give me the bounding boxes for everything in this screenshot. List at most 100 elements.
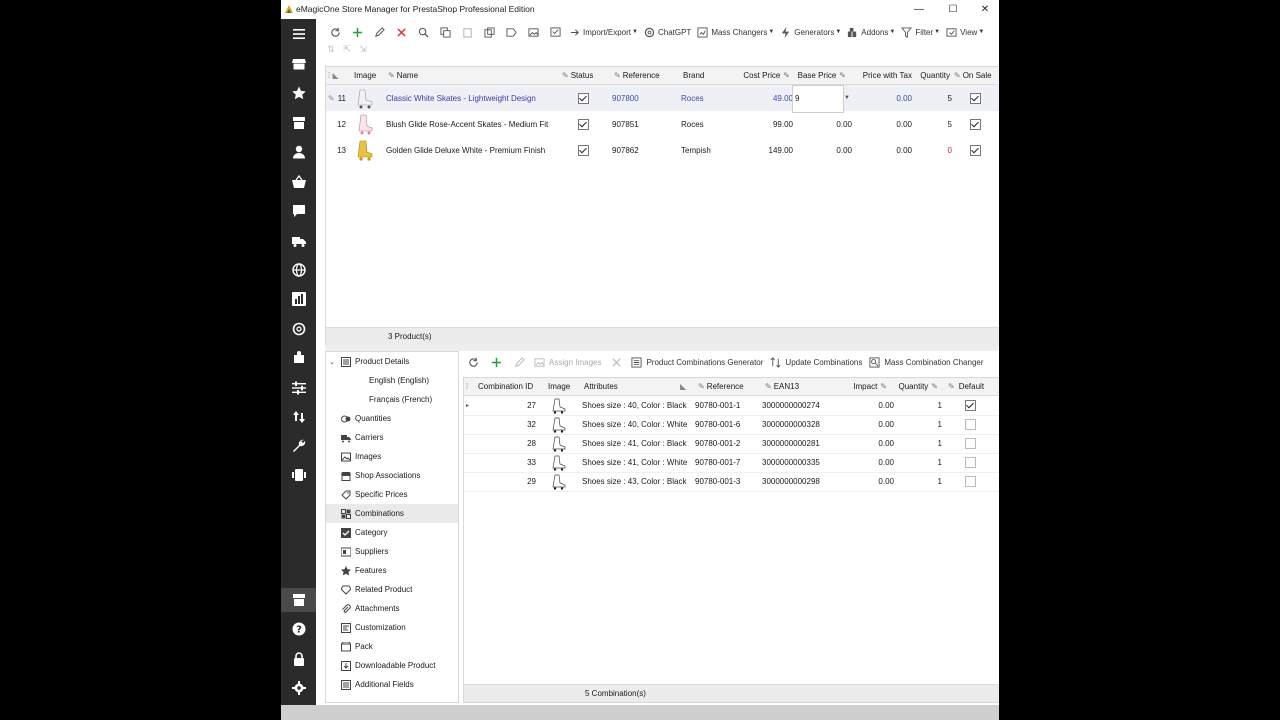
col-ean13[interactable]: ✎ EAN13 <box>765 378 815 395</box>
filter-menu[interactable]: Filter ▼ <box>899 24 942 40</box>
col-combination-id[interactable]: Combination ID <box>478 378 538 395</box>
message-icon[interactable] <box>281 199 316 223</box>
images-button[interactable] <box>523 24 543 40</box>
table-row[interactable]: ✎ 11 Classic White Skates - Lightweight … <box>326 85 999 113</box>
tree-item-category[interactable]: Category <box>326 523 458 542</box>
tree-item-downloadable-product[interactable]: Downloadable Product <box>326 656 458 675</box>
tree-item-images[interactable]: Images <box>326 447 458 466</box>
tree-item-french[interactable]: Français (French) <box>326 390 458 409</box>
col-base-price[interactable]: Base Price ✎ <box>796 67 848 84</box>
store-icon[interactable] <box>281 52 316 76</box>
sort-icon[interactable]: ⇅ <box>325 44 337 56</box>
update-combinations-button[interactable]: Update Combinations <box>768 354 864 370</box>
col-reference[interactable]: ✎ Reference <box>614 67 674 84</box>
default-checkbox[interactable] <box>964 472 976 491</box>
table-row[interactable]: 32 Shoes size : 40, Color : White 90780-… <box>464 415 999 435</box>
col-combo-image[interactable]: Image <box>548 378 574 395</box>
tree-item-carriers[interactable]: Carriers <box>326 428 458 447</box>
tree-item-attachments[interactable]: Attachments <box>326 599 458 618</box>
lock-icon[interactable] <box>281 647 316 671</box>
mass-changers-menu[interactable]: Mass Changers ▼ <box>695 24 776 40</box>
product-name[interactable]: Golden Glide Deluxe White - Premium Fini… <box>386 137 561 163</box>
table-row[interactable]: 13 Golden Glide Deluxe White - Premium F… <box>326 137 999 163</box>
default-checkbox[interactable] <box>964 415 976 434</box>
products-active-icon[interactable] <box>281 588 316 612</box>
reports-icon[interactable] <box>281 287 316 311</box>
tree-item-english[interactable]: English (English) <box>326 371 458 390</box>
tree-item-related-product[interactable]: Related Product <box>326 580 458 599</box>
products-icon[interactable] <box>281 111 316 135</box>
tree-item-combinations[interactable]: Combinations <box>326 504 458 523</box>
generators-menu[interactable]: Generators ▼ <box>778 24 843 40</box>
table-row[interactable]: 29 Shoes size : 43, Color : Black 90780-… <box>464 472 999 492</box>
gear-icon[interactable] <box>281 676 316 700</box>
status-checkbox[interactable] <box>577 85 589 111</box>
star-icon[interactable] <box>281 81 316 105</box>
paste-button[interactable] <box>457 24 477 40</box>
tree-item-features[interactable]: Features <box>326 561 458 580</box>
basket-icon[interactable] <box>281 170 316 194</box>
col-brand[interactable]: Brand <box>683 67 723 84</box>
default-checkbox[interactable] <box>964 434 976 453</box>
product-name[interactable]: Blush Glide Rose-Accent Skates - Medium … <box>386 111 561 137</box>
col-attributes[interactable]: Attributes <box>584 378 684 395</box>
tree-item-suppliers[interactable]: Suppliers <box>326 542 458 561</box>
base-price-dropdown-icon[interactable]: ▼ <box>844 85 852 111</box>
col-quantity[interactable]: Quantity <box>914 67 950 84</box>
maximize-button[interactable]: ☐ <box>938 2 968 17</box>
wrench-icon[interactable] <box>281 434 316 458</box>
tree-item-pack[interactable]: Pack <box>326 637 458 656</box>
transfer-icon[interactable] <box>281 405 316 429</box>
copy-button[interactable] <box>435 24 455 40</box>
on-sale-checkbox[interactable] <box>969 111 981 137</box>
refresh-button[interactable] <box>325 24 345 40</box>
base-price-input-value[interactable]: 9 <box>795 85 825 111</box>
default-checkbox[interactable] <box>964 453 976 472</box>
table-row[interactable]: 28 Shoes size : 41, Color : Black 90780-… <box>464 434 999 454</box>
menu-icon[interactable] <box>281 22 316 46</box>
table-row[interactable]: 12 Blush Glide Rose-Accent Skates - Medi… <box>326 111 999 137</box>
plugin-icon[interactable] <box>281 463 316 487</box>
edit-button[interactable] <box>369 24 389 40</box>
mass-combination-changer-button[interactable]: Mass Combination Changer <box>867 354 985 370</box>
tree-item-additional-fields[interactable]: Additional Fields <box>326 675 458 694</box>
status-checkbox[interactable] <box>577 111 589 137</box>
help-icon[interactable]: ? <box>281 617 316 641</box>
customer-icon[interactable] <box>281 140 316 164</box>
col-image[interactable]: Image <box>354 67 384 84</box>
combo-refresh-button[interactable] <box>463 354 483 370</box>
tree-item-shop-associations[interactable]: Shop Associations <box>326 466 458 485</box>
combo-add-button[interactable] <box>486 354 506 370</box>
tree-item-customization[interactable]: Customization <box>326 618 458 637</box>
col-price-with-tax[interactable]: Price with Tax <box>850 67 912 84</box>
duplicate-button[interactable] <box>479 24 499 40</box>
col-default[interactable]: ✎ Default <box>948 378 996 395</box>
settings-sliders-icon[interactable] <box>281 376 316 400</box>
add-button[interactable] <box>347 24 367 40</box>
collapse-icon[interactable]: ⇲ <box>357 44 369 56</box>
col-name[interactable]: ✎ Name <box>388 67 548 84</box>
col-on-sale[interactable]: ✎ On Sale <box>954 67 998 84</box>
table-row[interactable]: 33 Shoes size : 41, Color : White 90780-… <box>464 453 999 473</box>
addons-icon[interactable] <box>281 346 316 370</box>
expand-icon[interactable]: ⇱ <box>341 44 353 56</box>
minimize-button[interactable]: — <box>904 2 934 17</box>
preview-button[interactable] <box>545 24 565 40</box>
assign-images-button[interactable]: Assign Images <box>532 354 603 370</box>
on-sale-checkbox[interactable] <box>969 137 981 163</box>
close-window-button[interactable]: ✕ <box>970 2 999 17</box>
status-checkbox[interactable] <box>577 137 589 163</box>
on-sale-checkbox[interactable] <box>969 85 981 111</box>
tree-item-specific-prices[interactable]: Specific Prices <box>326 485 458 504</box>
view-menu[interactable]: View ▼ <box>944 24 986 40</box>
col-status[interactable]: ✎ Status <box>562 67 602 84</box>
tree-item-quantities[interactable]: Quantities <box>326 409 458 428</box>
collapse-chevron-icon[interactable]: ⌄ <box>329 358 335 366</box>
import-export-menu[interactable]: Import/Export ▼ <box>567 24 640 40</box>
combo-delete-button[interactable] <box>606 354 626 370</box>
truck-icon[interactable] <box>281 229 316 253</box>
chatgpt-icon[interactable] <box>281 317 316 341</box>
product-name[interactable]: Classic White Skates - Lightweight Desig… <box>386 85 561 111</box>
col-combo-reference[interactable]: ✎ Reference <box>698 378 758 395</box>
move-button[interactable] <box>501 24 521 40</box>
